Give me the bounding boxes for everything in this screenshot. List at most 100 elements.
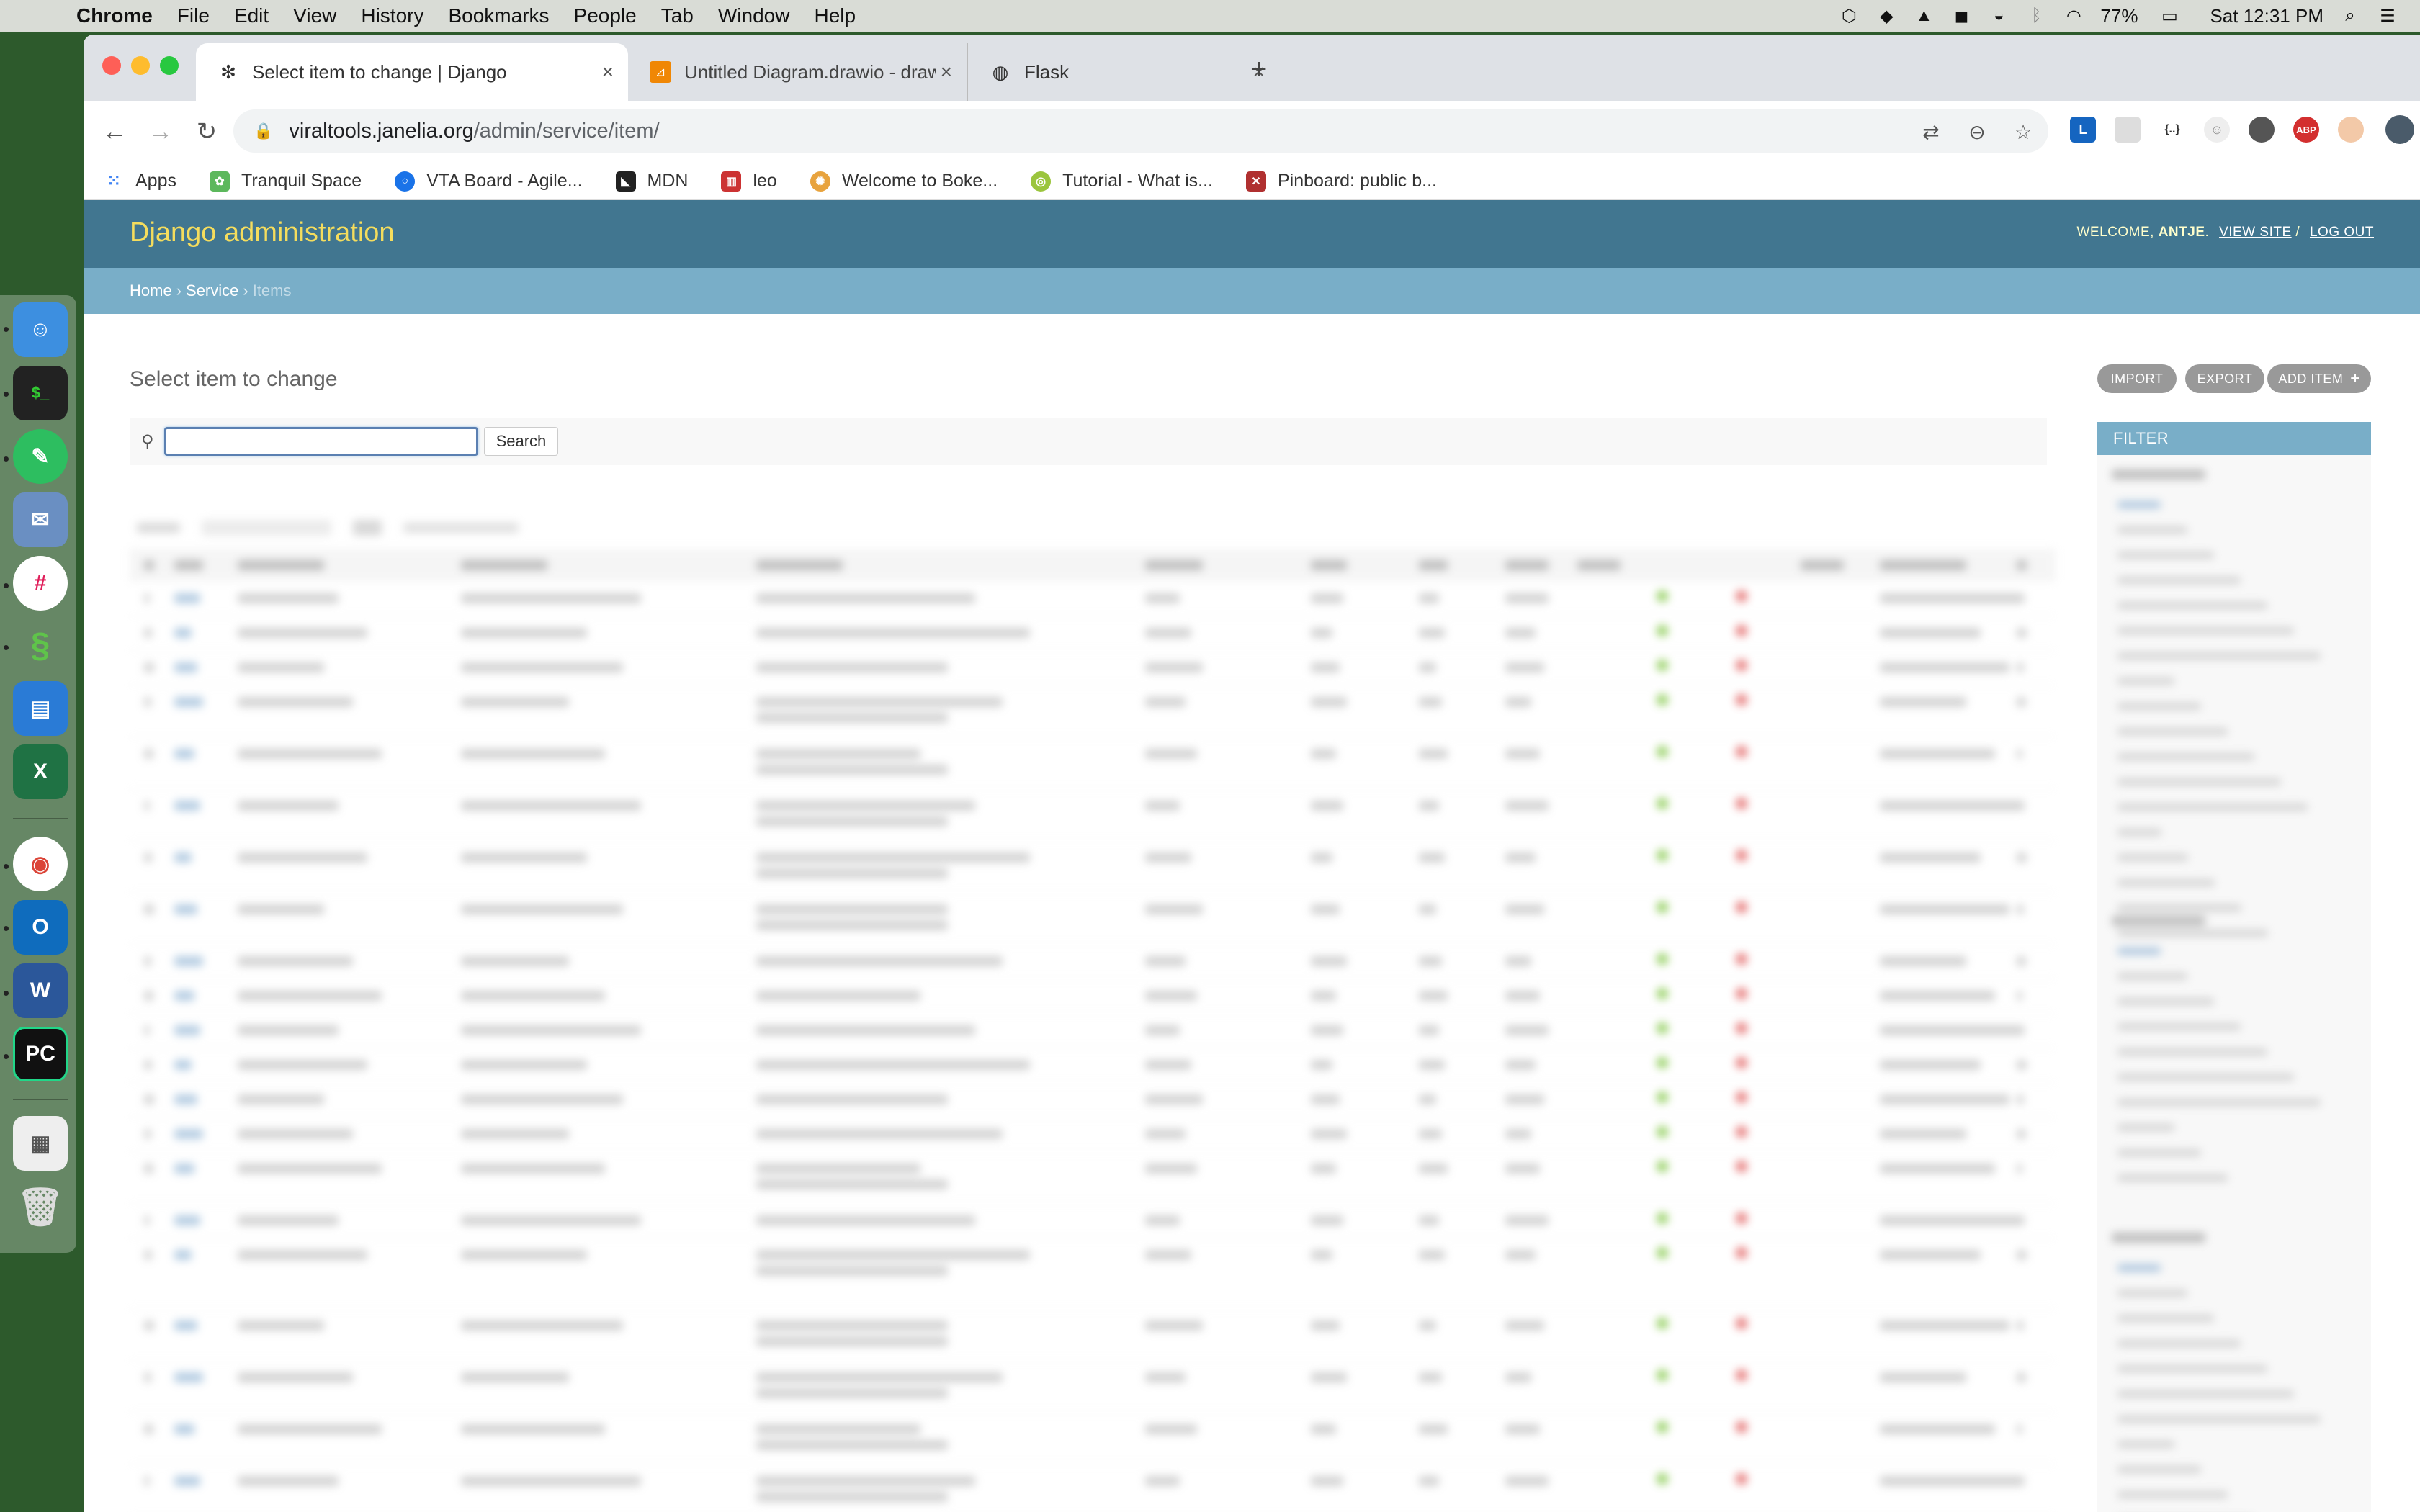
bookmark-bokeh[interactable]: ✺ Welcome to Boke... — [810, 171, 998, 192]
filter-option[interactable] — [2118, 678, 2174, 685]
menu-help[interactable]: Help — [814, 4, 856, 27]
menu-window[interactable]: Window — [718, 4, 790, 27]
back-icon[interactable]: ← — [98, 115, 131, 148]
column-header[interactable] — [1577, 560, 1621, 570]
column-header[interactable] — [238, 560, 324, 570]
menu-history[interactable]: History — [361, 4, 424, 27]
menu-edit[interactable]: Edit — [234, 4, 269, 27]
profile-avatar[interactable] — [2385, 115, 2414, 144]
filter-option[interactable] — [2118, 552, 2214, 559]
table-row[interactable] — [130, 1048, 2056, 1083]
filter-option[interactable] — [2118, 526, 2187, 534]
filter-option[interactable] — [2118, 1315, 2214, 1322]
table-row[interactable] — [130, 1309, 2056, 1361]
table-row[interactable] — [130, 651, 2056, 685]
dropbox-icon[interactable]: ⬡ — [1838, 5, 1860, 27]
zoom-icon[interactable]: ⊖ — [1965, 120, 1989, 144]
filter-option[interactable] — [2118, 1365, 2267, 1372]
zoom-window-button[interactable] — [160, 56, 179, 75]
wifi-icon[interactable]: ◠ — [2063, 5, 2084, 27]
bookmark-pinboard[interactable]: ✕ Pinboard: public b... — [1245, 171, 1437, 192]
table-row[interactable] — [130, 841, 2056, 893]
column-header[interactable] — [1311, 560, 1347, 570]
column-header[interactable] — [2017, 560, 2027, 570]
menu-app-name[interactable]: Chrome — [76, 4, 153, 27]
filter-option[interactable] — [2118, 879, 2215, 886]
filter-option[interactable] — [2118, 1290, 2187, 1297]
reload-icon[interactable]: ↻ — [190, 115, 223, 148]
menu-bookmarks[interactable]: Bookmarks — [448, 4, 549, 27]
table-row[interactable] — [130, 1413, 2056, 1464]
outlook-icon[interactable]: O — [13, 900, 68, 955]
trash-icon[interactable]: 🗑 — [13, 1179, 68, 1234]
table-row[interactable] — [130, 1204, 2056, 1238]
notification-center-icon[interactable]: ☰ — [2377, 5, 2398, 27]
filter-option[interactable] — [2118, 948, 2161, 955]
forward-icon[interactable]: → — [144, 115, 177, 148]
close-tab-icon[interactable]: × — [941, 60, 952, 84]
tab-django-admin[interactable]: ✻ Select item to change | Django × — [196, 43, 628, 101]
filter-option[interactable] — [2118, 1099, 2321, 1106]
breadcrumb-home[interactable]: Home — [130, 282, 172, 300]
column-header[interactable] — [1419, 560, 1448, 570]
mail-app-icon[interactable]: ✉ — [13, 492, 68, 547]
column-header[interactable] — [174, 560, 203, 570]
lock-icon[interactable]: 🔒 — [254, 122, 273, 140]
circle-ext-icon[interactable] — [2249, 117, 2275, 143]
filter-option[interactable] — [2118, 1149, 2201, 1156]
adblock-icon[interactable]: ABP — [2293, 117, 2319, 143]
filter-option[interactable] — [2118, 854, 2188, 861]
bookmark-star-icon[interactable]: ☆ — [2011, 120, 2035, 144]
filter-option[interactable] — [2118, 1340, 2241, 1347]
export-button[interactable]: EXPORT — [2185, 364, 2264, 393]
column-header[interactable] — [1505, 560, 1549, 570]
evernote-app-icon[interactable]: ✎ — [13, 429, 68, 484]
filter-option[interactable] — [2118, 602, 2267, 609]
menu-people[interactable]: People — [574, 4, 637, 27]
table-row[interactable] — [130, 979, 2056, 1014]
filter-option[interactable] — [2118, 973, 2187, 980]
filter-option[interactable] — [2118, 1491, 2228, 1498]
filter-option[interactable] — [2118, 1124, 2174, 1131]
filter-option[interactable] — [2118, 1441, 2174, 1448]
column-header[interactable] — [1880, 560, 1966, 570]
bookmark-tranquil-space[interactable]: ✿ Tranquil Space — [209, 171, 362, 192]
column-header[interactable] — [1801, 560, 1844, 570]
table-row[interactable] — [130, 1464, 2056, 1512]
cookie-ext-icon[interactable] — [2338, 117, 2364, 143]
filter-option[interactable] — [2118, 627, 2294, 634]
translate-icon[interactable]: ⇄ — [1919, 120, 1943, 144]
bookmark-vta-board[interactable]: ○ VTA Board - Agile... — [395, 171, 583, 192]
filter-option[interactable] — [2118, 778, 2281, 786]
evernote-icon[interactable]: ◆ — [1876, 5, 1897, 27]
close-window-button[interactable] — [102, 56, 121, 75]
table-row[interactable] — [130, 893, 2056, 945]
table-row[interactable] — [130, 582, 2056, 616]
sourcetree-icon[interactable]: § — [13, 618, 68, 672]
drive-icon[interactable]: ▲ — [1913, 5, 1935, 27]
filter-option[interactable] — [2118, 1174, 2228, 1182]
tab-drawio[interactable]: ⊿ Untitled Diagram.drawio - draw × — [628, 43, 967, 101]
breadcrumb-service[interactable]: Service — [186, 282, 238, 300]
menu-tab[interactable]: Tab — [661, 4, 694, 27]
json-ext-icon[interactable]: {..} — [2159, 117, 2185, 143]
clock[interactable]: Sat 12:31 PM — [2210, 5, 2323, 27]
bluetooth-icon[interactable]: ᛒ — [2025, 5, 2047, 27]
bookmark-mdn[interactable]: ◣ MDN — [615, 171, 688, 192]
face-ext-icon[interactable]: ☺ — [2204, 117, 2230, 143]
excel-icon[interactable]: X — [13, 744, 68, 799]
filter-option[interactable] — [2118, 1390, 2294, 1398]
menu-view[interactable]: View — [293, 4, 336, 27]
status-app-icon[interactable]: ◼ — [1950, 5, 1972, 27]
filter-option[interactable] — [2118, 1023, 2241, 1030]
table-row[interactable] — [130, 1117, 2056, 1152]
filter-option[interactable] — [2118, 753, 2254, 760]
pycharm-icon[interactable]: PC — [13, 1027, 68, 1081]
column-header[interactable] — [1145, 560, 1203, 570]
filter-option[interactable] — [2118, 1416, 2321, 1423]
notebook-app-icon[interactable]: ▤ — [13, 681, 68, 736]
bookmark-leo[interactable]: ▥ leo — [721, 171, 777, 192]
new-tab-button[interactable]: + — [1250, 53, 1267, 86]
filter-option[interactable] — [2118, 577, 2241, 584]
filter-option[interactable] — [2118, 1048, 2267, 1056]
